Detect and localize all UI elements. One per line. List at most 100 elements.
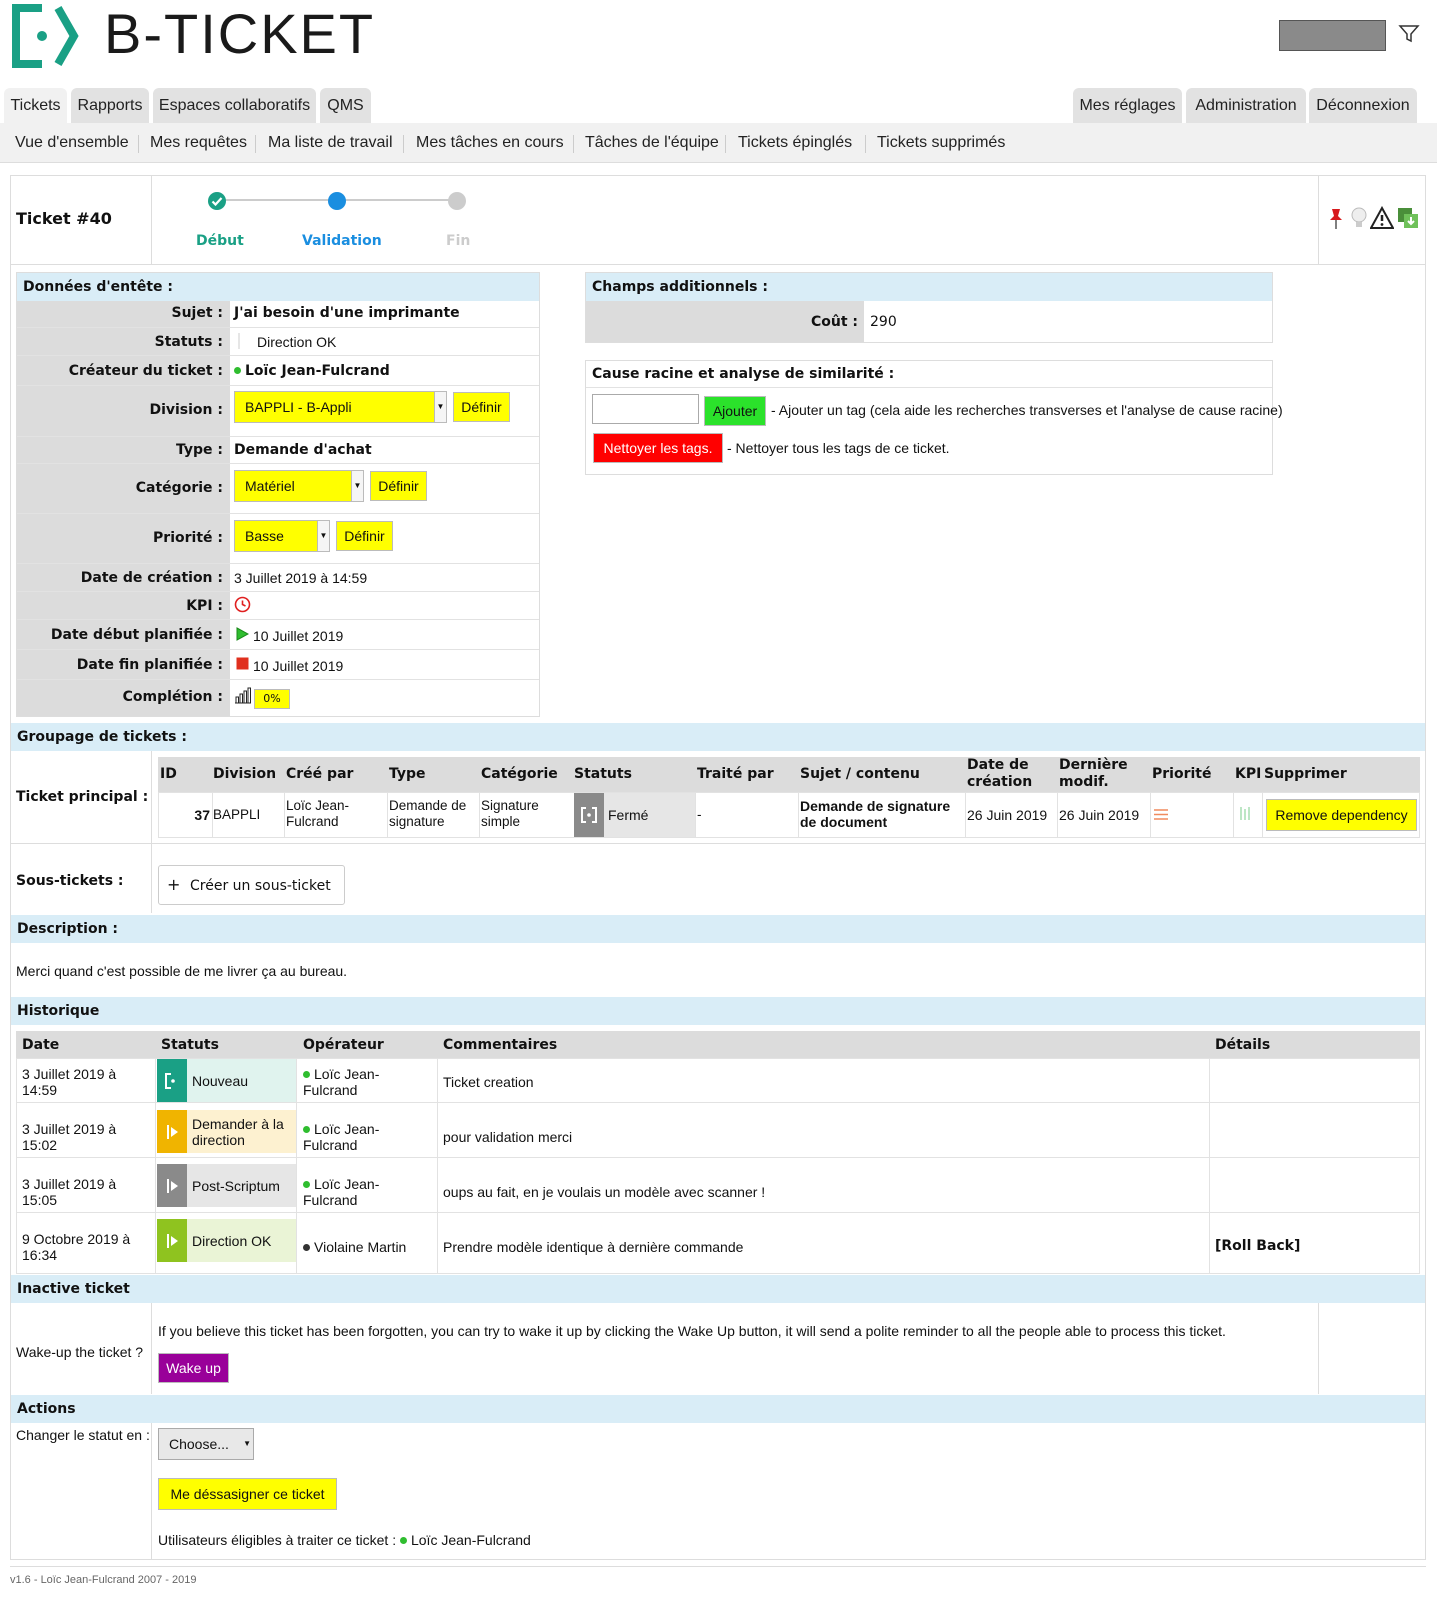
add-tag-button[interactable]: Ajouter (704, 396, 766, 426)
completion-badge: 0% (254, 689, 290, 709)
history-col-commentaires: Commentaires (443, 1037, 558, 1053)
search-input[interactable] (1279, 20, 1386, 51)
play-start-icon (236, 627, 249, 641)
chevron-down-icon: ▼ (434, 392, 446, 422)
wake-up-button[interactable]: Wake up (158, 1353, 229, 1383)
history-operator: Violaine Martin (303, 1239, 433, 1255)
tab-administration[interactable]: Administration (1186, 88, 1306, 123)
value-sujet: J'ai besoin d'une imprimante (234, 305, 460, 321)
categorie-definir-button[interactable]: Définir (370, 471, 427, 501)
tab-rapports[interactable]: Rapports (71, 88, 149, 123)
history-col-details: Détails (1215, 1037, 1271, 1053)
row-division: BAPPLI (213, 807, 261, 822)
subnav-mes-taches[interactable]: Mes tâches en cours (416, 123, 564, 163)
history-title: Historique (11, 997, 1425, 1025)
history-operator: Loïc Jean-Fulcrand (303, 1066, 380, 1098)
history-date: 3 Juillet 2019 à 15:02 (22, 1121, 117, 1153)
priorite-select[interactable]: Basse ▼ (234, 520, 330, 552)
division-select[interactable]: BAPPLI - B-Appli ▼ (234, 391, 447, 423)
filter-icon[interactable] (1398, 24, 1420, 44)
status-forward-icon (157, 1219, 187, 1262)
create-sub-ticket-button[interactable]: + Créer un sous-ticket (158, 865, 345, 905)
col-statuts: Statuts (574, 766, 632, 782)
change-status-label: Changer le statut en : (16, 1427, 150, 1443)
root-cause-title: Cause racine et analyse de similarité : (592, 366, 895, 382)
tag-input[interactable] (592, 394, 699, 424)
history-col-operateur: Opérateur (303, 1037, 384, 1053)
step-pending-icon (448, 192, 466, 210)
row-categorie: Signature simple (481, 798, 539, 829)
rollback-link[interactable]: [Roll Back] (1215, 1238, 1300, 1254)
col-traite-par: Traité par (697, 766, 774, 782)
priorite-definir-button[interactable]: Définir (336, 521, 393, 551)
row-type: Demande de signature (389, 798, 467, 829)
value-createur: Loïc Jean-Fulcrand (234, 363, 390, 379)
chevron-down-icon: ▼ (317, 521, 329, 551)
label-date-debut: Date début planifiée : (50, 627, 223, 643)
status-select[interactable]: Choose... ▼ (158, 1428, 254, 1460)
col-type: Type (389, 766, 426, 782)
col-cree-par: Créé par (286, 766, 354, 782)
warning-icon[interactable] (1370, 206, 1394, 230)
history-date: 3 Juillet 2019 à 15:05 (22, 1176, 117, 1208)
remove-dependency-button[interactable]: Remove dependency (1266, 799, 1417, 831)
label-date-creation: Date de création : (80, 570, 223, 586)
subnav-tickets-supprimes[interactable]: Tickets supprimés (877, 123, 1005, 163)
subnav-mes-requetes[interactable]: Mes requêtes (150, 123, 247, 163)
status-forward-icon (157, 1164, 187, 1207)
export-icon[interactable] (1396, 206, 1420, 230)
subnav-vue-ensemble[interactable]: Vue d'ensemble (15, 123, 129, 163)
col-priorite: Priorité (1152, 766, 1212, 782)
ticket-title: Ticket #40 (16, 209, 112, 228)
categorie-select[interactable]: Matériel ▼ (234, 470, 364, 502)
step-current-icon (328, 192, 346, 210)
online-status-icon (303, 1126, 310, 1133)
history-date: 9 Octobre 2019 à 16:34 (22, 1231, 131, 1263)
division-definir-button[interactable]: Définir (453, 392, 510, 422)
label-type: Type : (175, 442, 223, 458)
ticket-header (10, 175, 1426, 265)
history-operator: Loïc Jean-Fulcrand (303, 1176, 380, 1208)
row-cree-par: Loïc Jean-Fulcrand (286, 798, 350, 829)
unassign-button[interactable]: Me déssasigner ce ticket (158, 1478, 337, 1510)
col-categorie: Catégorie (481, 766, 558, 782)
priority-low-icon (1154, 809, 1168, 820)
history-status-badge: Direction OK (157, 1219, 296, 1262)
wake-up-label: Wake-up the ticket ? (16, 1344, 144, 1360)
value-type: Demande d'achat (234, 442, 372, 458)
col-sujet: Sujet / contenu (800, 766, 920, 782)
subnav-taches-equipe[interactable]: Tâches de l'équipe (585, 123, 719, 163)
online-status-icon (303, 1181, 310, 1188)
wake-up-text: If you believe this ticket has been forg… (158, 1323, 1226, 1339)
b-ticket-logo-icon (12, 4, 79, 68)
lightbulb-icon[interactable] (1350, 206, 1368, 231)
history-date: 3 Juillet 2019 à 14:59 (22, 1066, 117, 1098)
col-date-creation: Date de création (967, 757, 1033, 790)
subnav-tickets-epingles[interactable]: Tickets épinglés (738, 123, 852, 163)
row-statut: Fermé (608, 807, 649, 823)
row-sujet[interactable]: Demande de signature de document (800, 798, 965, 830)
value-date-debut: 10 Juillet 2019 (253, 628, 344, 644)
tab-espaces-collaboratifs[interactable]: Espaces collaboratifs (153, 88, 316, 123)
subnav-ma-liste-travail[interactable]: Ma liste de travail (268, 123, 393, 163)
eligible-users: Utilisateurs éligibles à traiter ce tick… (158, 1532, 531, 1548)
status-closed-icon (574, 793, 604, 837)
tab-tickets[interactable]: Tickets (4, 88, 67, 123)
label-date-fin: Date fin planifiée : (76, 657, 223, 673)
main-ticket-label: Ticket principal : (16, 789, 149, 805)
pin-icon[interactable] (1327, 207, 1345, 231)
footer-text: v1.6 - Loïc Jean-Fulcrand 2007 - 2019 (10, 1574, 197, 1586)
status-forward-icon (157, 1110, 187, 1153)
grouping-title: Groupage de tickets : (11, 723, 1425, 751)
add-tag-help: - Ajouter un tag (cela aide les recherch… (771, 402, 1283, 418)
bar-chart-icon (235, 687, 251, 704)
tab-qms[interactable]: QMS (320, 88, 371, 123)
tab-mes-reglages[interactable]: Mes réglages (1073, 88, 1182, 123)
clean-tags-help: - Nettoyer tous les tags de ce ticket. (727, 440, 950, 456)
online-status-icon (303, 1071, 310, 1078)
description-title: Description : (11, 915, 1425, 943)
tab-deconnexion[interactable]: Déconnexion (1309, 88, 1417, 123)
plus-icon: + (167, 875, 181, 894)
clean-tags-button[interactable]: Nettoyer les tags. (593, 433, 723, 463)
row-id[interactable]: 37 (160, 807, 210, 823)
